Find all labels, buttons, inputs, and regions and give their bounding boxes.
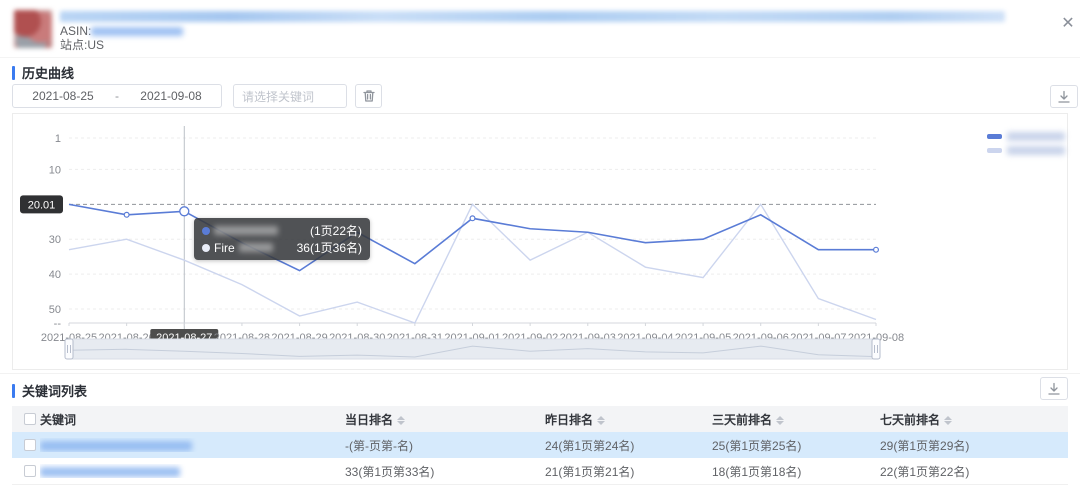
download-icon	[1047, 382, 1061, 396]
tooltip-series2-prefix: Fire	[214, 241, 235, 255]
select-all-checkbox[interactable]	[24, 413, 36, 425]
date-end-value[interactable]: 2021-09-08	[121, 89, 221, 103]
col-header-today: 当日排名	[345, 411, 545, 428]
keyword-link[interactable]	[40, 464, 345, 478]
datazoom-brush[interactable]	[69, 339, 876, 359]
keyword-list-section-title: 关键词列表	[12, 381, 87, 400]
product-title-blurred[interactable]	[60, 11, 1005, 22]
download-icon	[1057, 90, 1071, 104]
section-divider	[0, 373, 1080, 374]
close-icon[interactable]: ✕	[1058, 14, 1078, 34]
legend-label-1-blurred	[1007, 132, 1065, 141]
legend-marker-series1	[987, 134, 1002, 139]
date-start-value[interactable]: 2021-08-25	[13, 89, 113, 103]
sort-caret-icon[interactable]	[397, 416, 405, 425]
section-accent-bar	[12, 66, 15, 80]
product-thumbnail	[14, 10, 52, 48]
chart-tooltip: (1页22名) Fire 36(1页36名)	[194, 218, 370, 260]
history-section-title-text: 历史曲线	[22, 63, 74, 82]
table-row[interactable]: -(第-页第-名) 24(第1页第24名) 25(第1页第25名) 29(第1页…	[12, 432, 1068, 458]
trash-icon	[362, 89, 376, 103]
svg-text:50: 50	[49, 304, 61, 316]
tooltip-series2-value: 36(1页36名)	[297, 239, 362, 256]
asin-label: ASIN:	[60, 24, 91, 38]
tooltip-series1-dot	[202, 227, 210, 235]
tooltip-row-1: (1页22名)	[202, 222, 362, 239]
yesterday-rank-cell: 24(第1页第24名)	[545, 437, 712, 454]
keyword-select-placeholder: 请选择关键词	[242, 88, 314, 105]
keyword-link[interactable]	[40, 438, 345, 452]
tooltip-series1-value: (1页22名)	[310, 222, 362, 239]
download-keyword-list-button[interactable]	[1040, 377, 1068, 400]
date-range-picker[interactable]: 2021-08-25 - 2021-09-08	[12, 84, 222, 108]
svg-text:40: 40	[49, 269, 61, 281]
tooltip-row-2: Fire 36(1页36名)	[202, 239, 362, 256]
keyword-list-title-text: 关键词列表	[22, 381, 87, 400]
sort-caret-icon[interactable]	[776, 416, 784, 425]
3days-rank-cell: 18(第1页第18名)	[712, 463, 880, 480]
tooltip-series2-dot	[202, 244, 210, 252]
history-chart-card: 110304050--2021-08-252021-08-262021-08-2…	[12, 113, 1068, 370]
7days-rank-cell: 22(第1页第22名)	[880, 463, 1068, 480]
history-line-chart[interactable]: 110304050--2021-08-252021-08-262021-08-2…	[13, 114, 1067, 369]
legend-item-2[interactable]	[987, 146, 1065, 155]
section-accent-bar	[12, 384, 15, 398]
table-header-row: 关键词 当日排名 昨日排名 三天前排名 七天前排名	[12, 406, 1068, 432]
yesterday-rank-cell: 21(第1页第21名)	[545, 463, 712, 480]
row-checkbox[interactable]	[24, 465, 36, 477]
svg-text:30: 30	[49, 234, 61, 246]
legend-item-1[interactable]	[987, 132, 1065, 141]
keyword-select-input[interactable]: 请选择关键词	[233, 84, 347, 108]
svg-text:1: 1	[55, 133, 61, 145]
svg-text:--: --	[54, 318, 62, 330]
7days-rank-cell: 29(第1页第29名)	[880, 437, 1068, 454]
tooltip-series1-name-blurred	[214, 226, 278, 235]
clear-keywords-button[interactable]	[355, 84, 382, 108]
today-rank-cell: -(第-页第-名)	[345, 437, 545, 454]
asin-value-blurred	[91, 27, 183, 36]
table-row[interactable]: 33(第1页第33名) 21(第1页第21名) 18(第1页第18名) 22(第…	[12, 458, 1068, 485]
col-header-3days: 三天前排名	[712, 411, 880, 428]
date-range-separator: -	[113, 89, 121, 103]
row-checkbox[interactable]	[24, 439, 36, 451]
header-divider	[0, 57, 1080, 58]
tooltip-series2-name-blurred	[239, 243, 273, 252]
brush-handle-left[interactable]	[65, 339, 73, 359]
legend-marker-series2	[987, 148, 1002, 153]
sort-caret-icon[interactable]	[944, 416, 952, 425]
asin-line: ASIN:	[60, 25, 183, 38]
brush-handle-right[interactable]	[872, 339, 880, 359]
col-header-keyword: 关键词	[40, 411, 345, 428]
svg-text:20.01: 20.01	[28, 199, 56, 211]
3days-rank-cell: 25(第1页第25名)	[712, 437, 880, 454]
col-header-yesterday: 昨日排名	[545, 411, 712, 428]
sort-caret-icon[interactable]	[597, 416, 605, 425]
site-label: 站点:US	[60, 39, 104, 52]
svg-text:10: 10	[49, 164, 61, 176]
legend-label-2-blurred	[1007, 146, 1065, 155]
today-rank-cell: 33(第1页第33名)	[345, 463, 545, 480]
history-section-title: 历史曲线	[12, 63, 74, 82]
keyword-table: 关键词 当日排名 昨日排名 三天前排名 七天前排名 -(第-页第-名) 24(第…	[12, 406, 1068, 485]
col-header-7days: 七天前排名	[880, 411, 1068, 428]
chart-legend	[987, 132, 1065, 155]
download-history-button[interactable]	[1050, 85, 1078, 108]
